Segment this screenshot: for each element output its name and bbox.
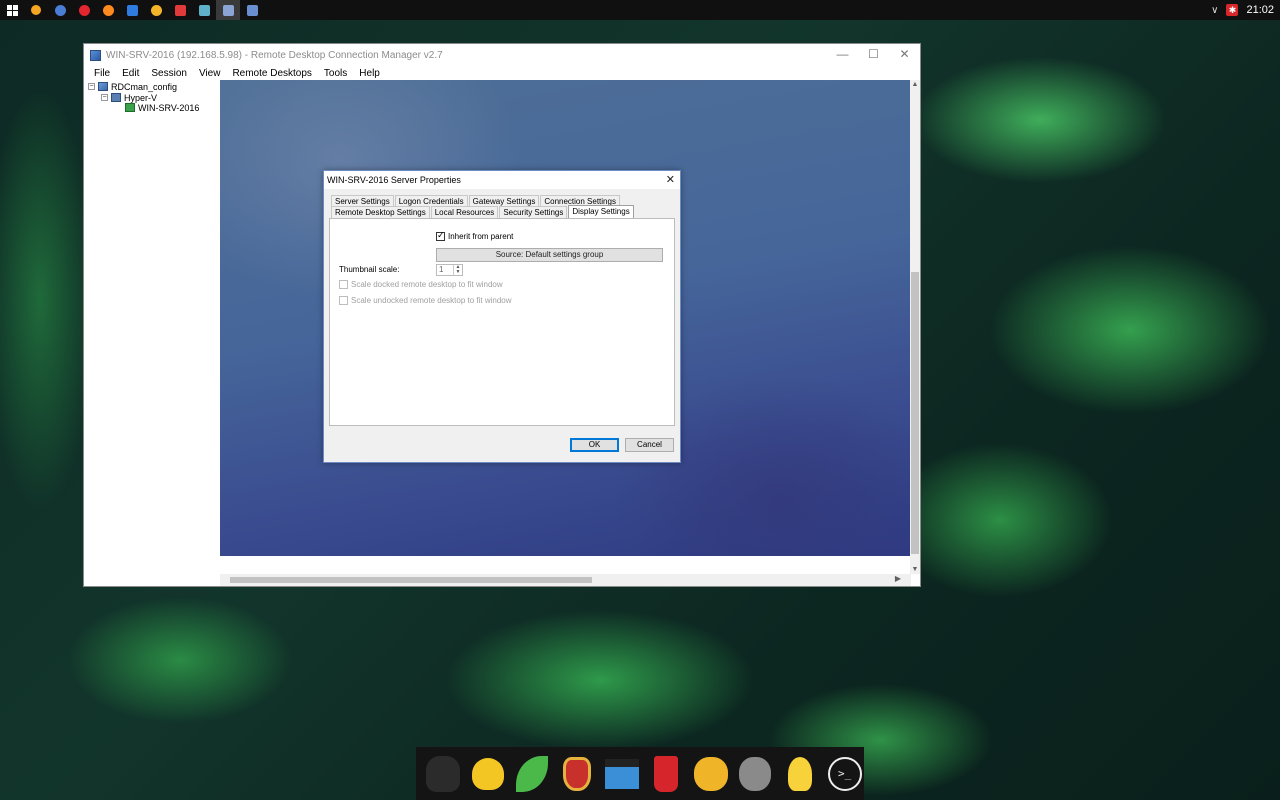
tray-app-icon[interactable]: ✱	[1226, 4, 1239, 16]
scale-docked-label: Scale docked remote desktop to fit windo…	[351, 280, 503, 289]
scrollbar-thumb[interactable]	[230, 577, 592, 583]
source-button[interactable]: Source: Default settings group	[436, 248, 663, 262]
chrome-dev-icon[interactable]	[48, 0, 72, 20]
menu-help[interactable]: Help	[353, 68, 386, 79]
menu-session[interactable]: Session	[145, 68, 193, 79]
winnie-pooh-icon[interactable]	[692, 753, 731, 795]
close-icon[interactable]: ✕	[666, 171, 675, 189]
app-w-icon[interactable]	[120, 0, 144, 20]
inherit-checkbox[interactable]	[436, 230, 445, 241]
clock[interactable]: 21:02	[1246, 4, 1274, 16]
scale-undocked-label: Scale undocked remote desktop to fit win…	[351, 296, 512, 305]
file-group-icon	[98, 82, 108, 91]
server-connected-icon	[125, 103, 135, 112]
menu-file[interactable]: File	[88, 68, 116, 79]
soda-cup-icon[interactable]	[647, 753, 686, 795]
sticky-app-icon[interactable]	[192, 0, 216, 20]
horizontal-scrollbar[interactable]: ▶	[220, 574, 911, 586]
duck-icon[interactable]	[469, 753, 508, 795]
opera-icon[interactable]	[72, 0, 96, 20]
search-icon[interactable]	[24, 0, 48, 20]
thumbnail-scale-stepper[interactable]: 1 ▲ ▼	[436, 264, 463, 276]
collapse-icon[interactable]: −	[88, 83, 95, 90]
scale-docked-checkbox[interactable]	[339, 280, 348, 289]
rdcman-taskbar-icon[interactable]	[216, 0, 240, 20]
tab-remote-desktop-settings[interactable]: Remote Desktop Settings	[331, 206, 430, 218]
movie-clapper-icon[interactable]	[602, 753, 641, 795]
dialog-title: WIN-SRV-2016 Server Properties	[327, 175, 461, 185]
display-settings-panel: Inherit from parent Source: Default sett…	[329, 218, 675, 426]
thumbnail-scale-label: Thumbnail scale:	[339, 265, 400, 274]
scale-undocked-row: Scale undocked remote desktop to fit win…	[339, 296, 512, 305]
gorilla-icon[interactable]	[424, 753, 463, 795]
windows-taskbar: ∨ ✱ 21:02	[0, 0, 1280, 20]
vertical-scrollbar[interactable]: ▲ ▼	[910, 80, 920, 574]
tree-label-root: RDCman_config	[111, 81, 178, 92]
scale-docked-row: Scale docked remote desktop to fit windo…	[339, 280, 503, 289]
menu-view[interactable]: View	[193, 68, 227, 79]
chevron-up-icon[interactable]: ∨	[1211, 5, 1218, 16]
tree-label-server: WIN-SRV-2016	[138, 102, 200, 113]
app-dock: >_	[416, 747, 864, 800]
menu-edit[interactable]: Edit	[116, 68, 145, 79]
spinner-arrows-icon[interactable]: ▲ ▼	[453, 265, 462, 275]
leaf-icon[interactable]	[513, 753, 552, 795]
cancel-button[interactable]: Cancel	[625, 438, 674, 452]
iron-man-icon[interactable]	[558, 753, 597, 795]
inherit-from-parent-row: Inherit from parent	[436, 230, 514, 241]
firefox-icon[interactable]	[96, 0, 120, 20]
scroll-up-icon[interactable]: ▲	[910, 81, 920, 88]
server-tree: − RDCman_config − Hyper-V WIN-SRV-2016	[84, 80, 220, 586]
tab-security-settings[interactable]: Security Settings	[499, 206, 568, 218]
system-tray: ∨ ✱ 21:02	[1211, 0, 1280, 20]
terminal-icon[interactable]: >_	[825, 753, 864, 795]
circle-app-icon[interactable]	[144, 0, 168, 20]
start-icon[interactable]	[0, 0, 24, 20]
menu-remote-desktops[interactable]: Remote Desktops	[226, 68, 317, 79]
group-icon	[111, 93, 121, 102]
ok-button[interactable]: OK	[570, 438, 619, 452]
inherit-label: Inherit from parent	[448, 232, 514, 241]
rdcman-app-icon	[90, 49, 101, 61]
scroll-down-icon[interactable]: ▼	[910, 566, 920, 573]
minimize-button[interactable]: —	[827, 44, 858, 64]
menu-tools[interactable]: Tools	[318, 68, 353, 79]
menu-bar: File Edit Session View Remote Desktops T…	[84, 66, 920, 80]
tree-item-server[interactable]: WIN-SRV-2016	[125, 102, 199, 113]
thumbnail-scale-value: 1	[439, 265, 444, 274]
notes-app-icon[interactable]	[240, 0, 264, 20]
scrollbar-thumb[interactable]	[911, 272, 919, 554]
scroll-right-icon[interactable]: ▶	[895, 574, 901, 583]
window-title: WIN-SRV-2016 (192.168.5.98) - Remote Des…	[106, 49, 443, 61]
dialog-titlebar[interactable]: WIN-SRV-2016 Server Properties ✕	[324, 171, 680, 189]
monkey-icon[interactable]	[736, 753, 775, 795]
tree-label-group: Hyper-V	[124, 92, 158, 103]
tab-local-resources[interactable]: Local Resources	[430, 206, 499, 218]
lightbulb-icon[interactable]	[781, 753, 820, 795]
thumbnail-scale-row: Thumbnail scale:	[339, 265, 399, 274]
tab-display-settings[interactable]: Display Settings	[568, 205, 634, 218]
vivaldi-icon[interactable]	[168, 0, 192, 20]
maximize-button[interactable]: ☐	[858, 44, 889, 64]
window-titlebar[interactable]: WIN-SRV-2016 (192.168.5.98) - Remote Des…	[84, 44, 920, 66]
close-button[interactable]: ✕	[889, 44, 920, 64]
tree-item-root[interactable]: − RDCman_config	[88, 81, 177, 92]
scale-undocked-checkbox[interactable]	[339, 296, 348, 305]
tabs-row-2: Remote Desktop Settings Local Resources …	[331, 205, 635, 218]
collapse-icon[interactable]: −	[101, 94, 108, 101]
server-properties-dialog: WIN-SRV-2016 Server Properties ✕ Server …	[323, 170, 681, 463]
